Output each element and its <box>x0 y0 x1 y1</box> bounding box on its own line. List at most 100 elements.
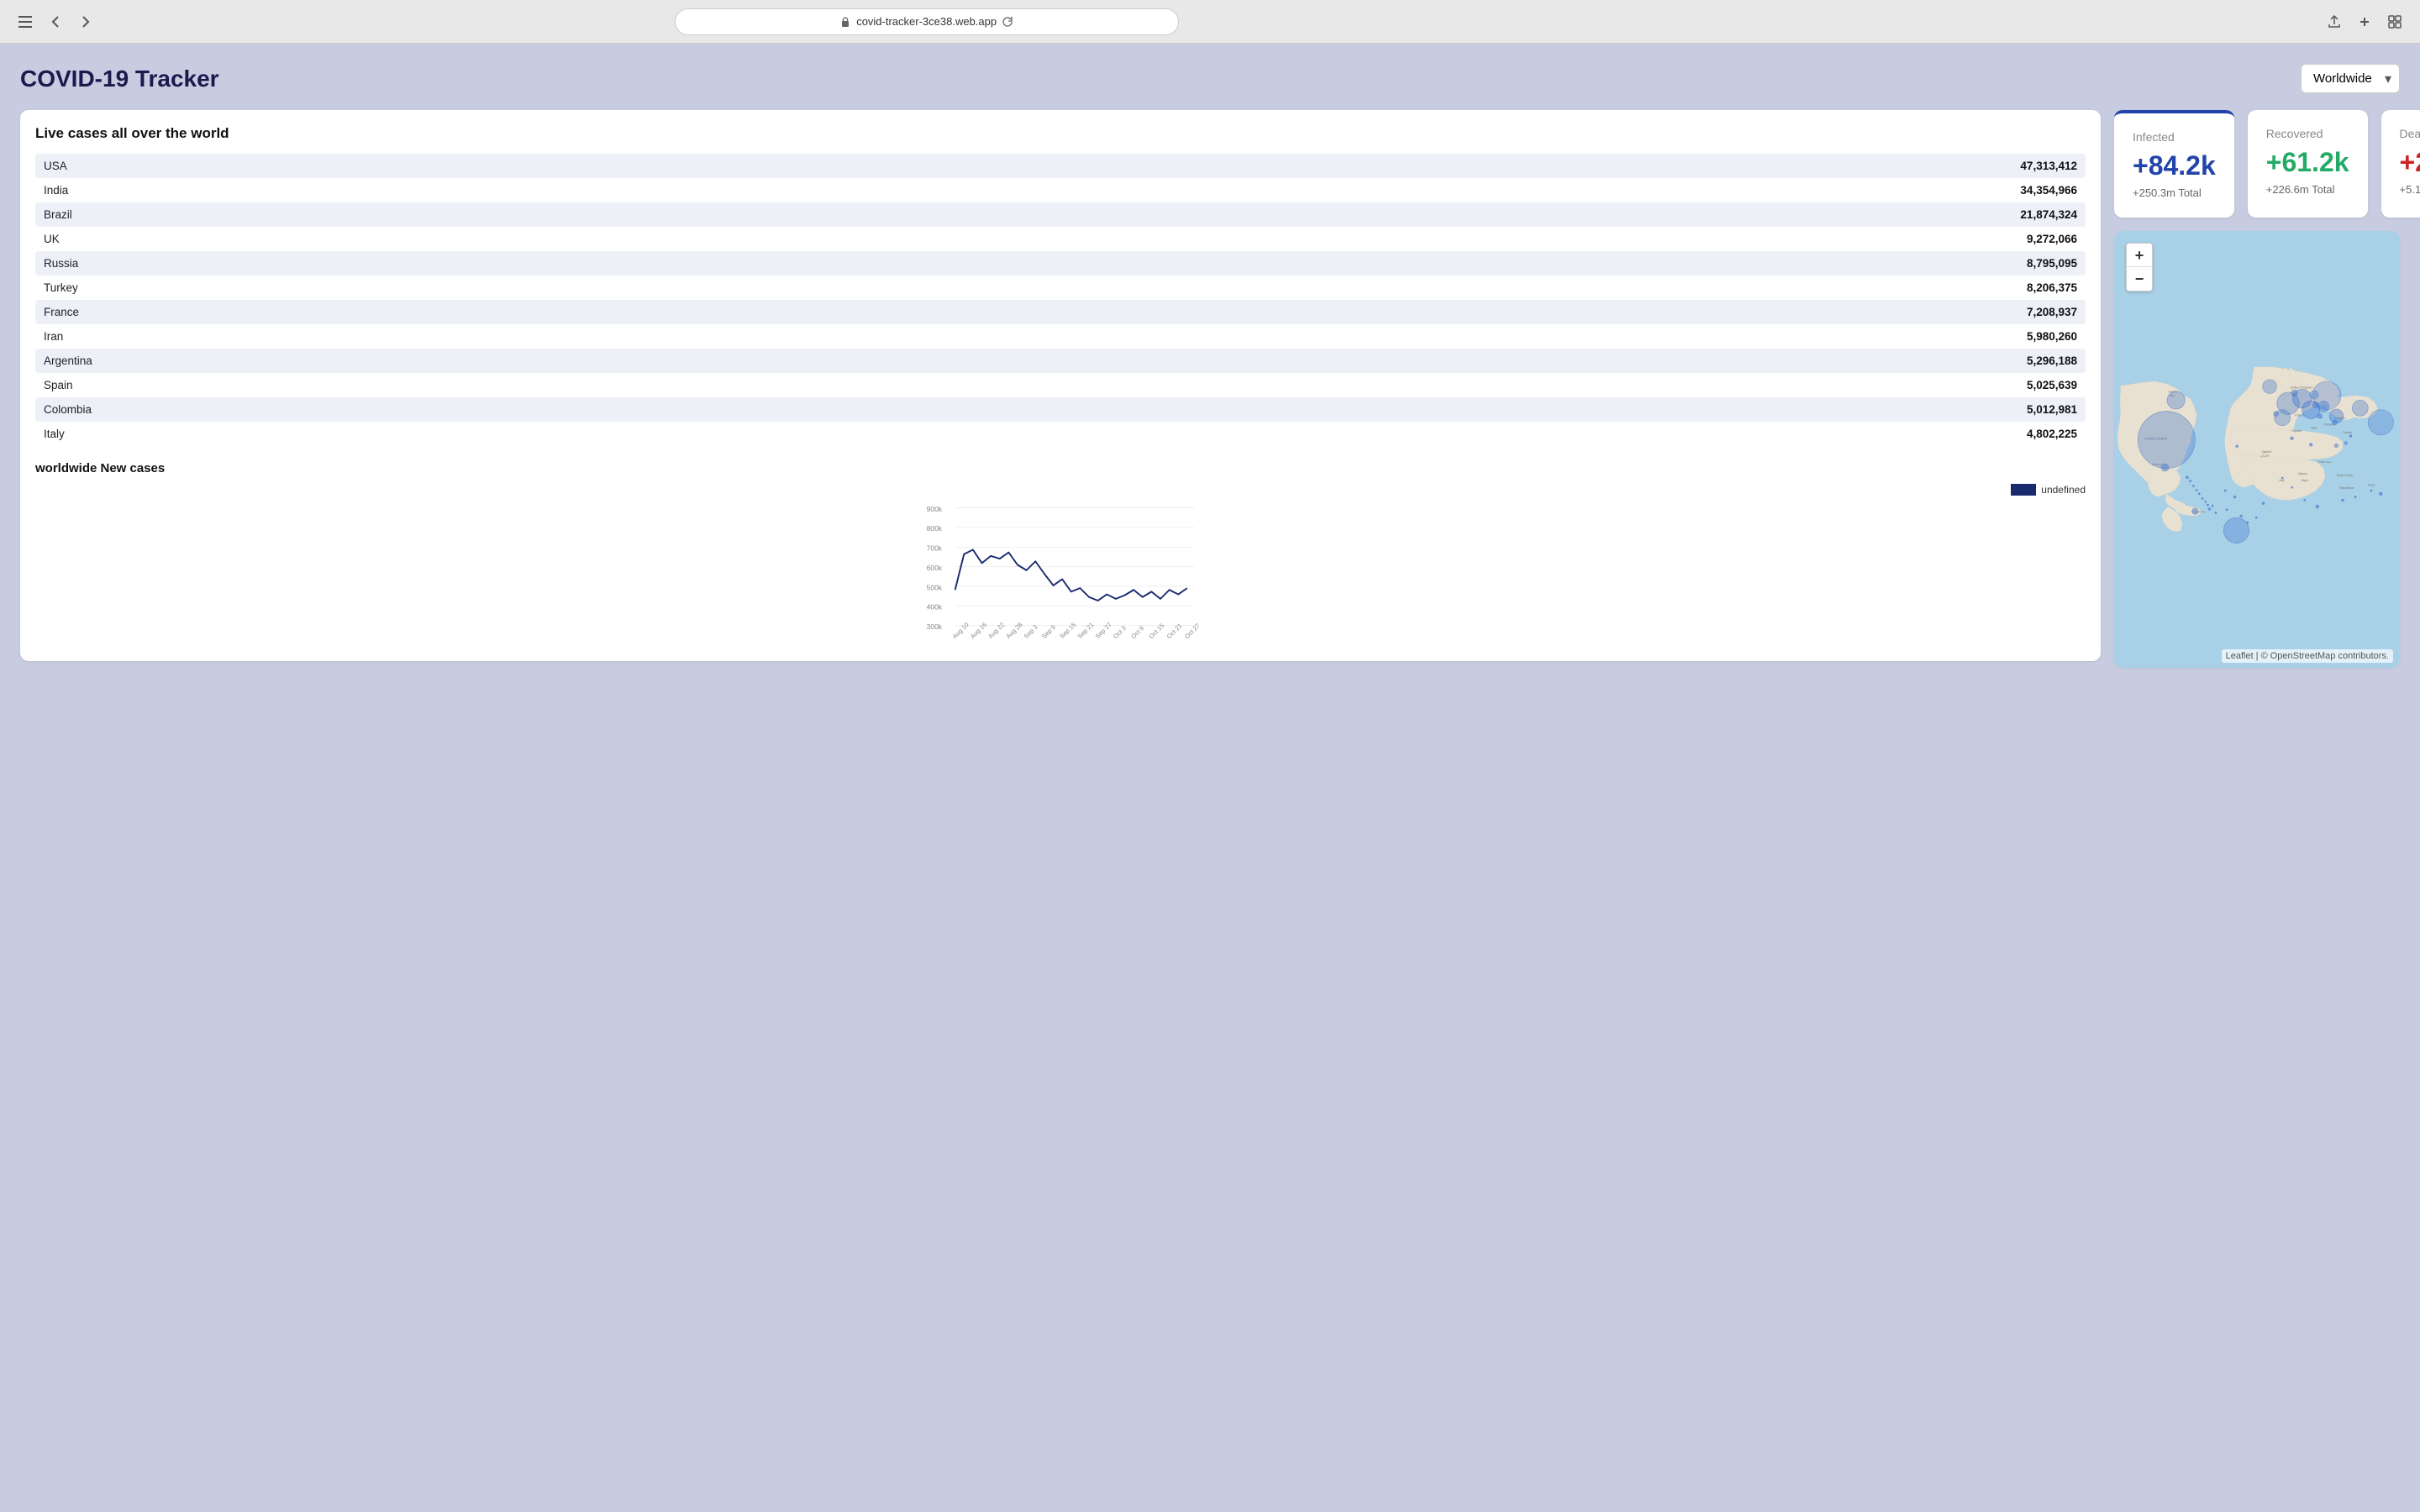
svg-text:800k: 800k <box>927 524 943 533</box>
recovered-total: +226.6m Total <box>2266 183 2349 196</box>
chart-container: undefined 900k 800k 700k 600k 500k 400k … <box>35 484 2086 648</box>
map-controls: + − <box>2126 243 2153 291</box>
app-container: COVID-19 Tracker Worldwide USA India Bra… <box>0 44 2420 1512</box>
share-button[interactable] <box>2323 10 2346 34</box>
svg-text:500k: 500k <box>927 583 943 591</box>
map-attribution: Leaflet | © OpenStreetMap contributors. <box>2222 649 2393 663</box>
svg-text:Keny: Keny <box>2368 483 2375 486</box>
zoom-out-button[interactable]: − <box>2127 267 2152 291</box>
new-cases-chart: 900k 800k 700k 600k 500k 400k 300k <box>35 501 2086 643</box>
infected-total: +250.3m Total <box>2133 186 2216 199</box>
sidebar-toggle[interactable] <box>13 10 37 34</box>
app-title: COVID-19 Tracker <box>20 66 219 92</box>
country-count: 5,025,639 <box>2027 379 2077 391</box>
live-cases-title: Live cases all over the world <box>35 125 2086 142</box>
address-bar[interactable]: covid-tracker-3ce38.web.app <box>675 8 1179 35</box>
chart-line <box>955 549 1187 601</box>
region-select[interactable]: Worldwide USA India Brazil <box>2301 64 2400 93</box>
bubble-egypt <box>2334 444 2338 448</box>
bubble-romania <box>2318 401 2330 412</box>
country-row: Iran 5,980,260 <box>35 324 2086 349</box>
svg-text:Nigeria: Nigeria <box>2298 472 2307 475</box>
country-row: India 34,354,966 <box>35 178 2086 202</box>
svg-text:Mali: Mali <box>2279 479 2284 482</box>
bubble-colombia <box>2192 508 2199 515</box>
country-count: 5,980,260 <box>2027 330 2077 343</box>
svg-text:الجزائر: الجزائر <box>2260 454 2270 457</box>
country-count: 5,012,981 <box>2027 403 2077 416</box>
svg-text:Republique: Republique <box>2339 486 2354 490</box>
svg-text:Oct 3: Oct 3 <box>1112 624 1128 640</box>
country-name: Russia <box>44 257 78 270</box>
country-name: Iran <box>44 330 63 343</box>
right-panel: Live cases all over the world USA 47,313… <box>20 110 2101 661</box>
country-name: Italy <box>44 428 65 440</box>
svg-text:600k: 600k <box>927 564 943 572</box>
country-name: India <box>44 184 68 197</box>
recovered-big: +61.2k <box>2266 147 2349 178</box>
country-name: Colombia <box>44 403 92 416</box>
country-row: Russia 8,795,095 <box>35 251 2086 276</box>
country-name: UK <box>44 233 60 245</box>
svg-text:900k: 900k <box>927 505 943 513</box>
country-row: Colombia 5,012,981 <box>35 397 2086 422</box>
bubble-portugal <box>2274 412 2279 417</box>
svg-text:Sep 3: Sep 3 <box>1023 623 1039 640</box>
country-name: Spain <box>44 379 73 391</box>
country-name: USA <box>44 160 67 172</box>
svg-text:Sep 27: Sep 27 <box>1094 621 1113 640</box>
svg-text:Oct 15: Oct 15 <box>1147 622 1165 640</box>
svg-text:Oct 27: Oct 27 <box>1183 622 1202 640</box>
deaths-card: Deaths +2.1k +5.1m Total <box>2381 110 2420 218</box>
bubble-mexico <box>2161 464 2169 471</box>
new-cases-title: worldwide New cases <box>35 461 2086 475</box>
svg-text:Algérie /: Algérie / <box>2262 450 2272 454</box>
left-column: Infected +84.2k +250.3m Total Recovered … <box>2114 110 2400 668</box>
svg-text:Aug 16: Aug 16 <box>969 621 988 640</box>
country-row: France 7,208,937 <box>35 300 2086 324</box>
map-section: Hudson Bay United States México Colombia… <box>2114 231 2400 668</box>
country-count: 34,354,966 <box>2020 184 2077 197</box>
infected-label: Infected <box>2133 130 2216 144</box>
svg-text:South Sudan: South Sudan <box>2336 474 2353 477</box>
country-row: Argentina 5,296,188 <box>35 349 2086 373</box>
country-row: Spain 5,025,639 <box>35 373 2086 397</box>
country-name: Turkey <box>44 281 78 294</box>
country-name: Argentina <box>44 354 92 367</box>
svg-text:Italia: Italia <box>2311 426 2317 429</box>
country-row: Italy 4,802,225 <box>35 422 2086 446</box>
stats-row: Infected +84.2k +250.3m Total Recovered … <box>2114 110 2400 218</box>
country-row: Turkey 8,206,375 <box>35 276 2086 300</box>
country-name: France <box>44 306 79 318</box>
infected-big: +84.2k <box>2133 150 2216 181</box>
svg-text:Niger: Niger <box>2302 479 2309 482</box>
bubble-uk <box>2263 380 2277 394</box>
bubble-brazil <box>2223 517 2249 543</box>
country-count: 21,874,324 <box>2020 208 2077 221</box>
svg-text:Oct 9: Oct 9 <box>1129 624 1145 640</box>
country-count: 7,208,937 <box>2027 306 2077 318</box>
forward-button[interactable] <box>74 10 97 34</box>
svg-text:400k: 400k <box>927 603 943 612</box>
svg-text:700k: 700k <box>927 544 943 553</box>
svg-text:Aug 22: Aug 22 <box>986 621 1006 640</box>
country-count: 47,313,412 <box>2020 160 2077 172</box>
svg-text:Sep 9: Sep 9 <box>1040 623 1057 640</box>
country-row: USA 47,313,412 <box>35 154 2086 178</box>
svg-text:Sep 21: Sep 21 <box>1076 621 1095 640</box>
chart-legend: undefined <box>35 484 2086 496</box>
svg-text:Türkiye: Türkiye <box>2343 431 2352 434</box>
browser-controls <box>13 10 97 34</box>
svg-text:Sep 15: Sep 15 <box>1058 621 1077 640</box>
tabs-button[interactable] <box>2383 10 2407 34</box>
country-count: 8,795,095 <box>2027 257 2077 270</box>
back-button[interactable] <box>44 10 67 34</box>
lock-icon <box>839 16 851 28</box>
svg-text:España: España <box>2292 429 2302 433</box>
zoom-in-button[interactable]: + <box>2127 244 2152 267</box>
bubble-usa <box>2138 412 2195 469</box>
recovered-label: Recovered <box>2266 127 2349 140</box>
country-row: UK 9,272,066 <box>35 227 2086 251</box>
deaths-label: Deaths <box>2400 127 2420 140</box>
new-tab-button[interactable] <box>2353 10 2376 34</box>
